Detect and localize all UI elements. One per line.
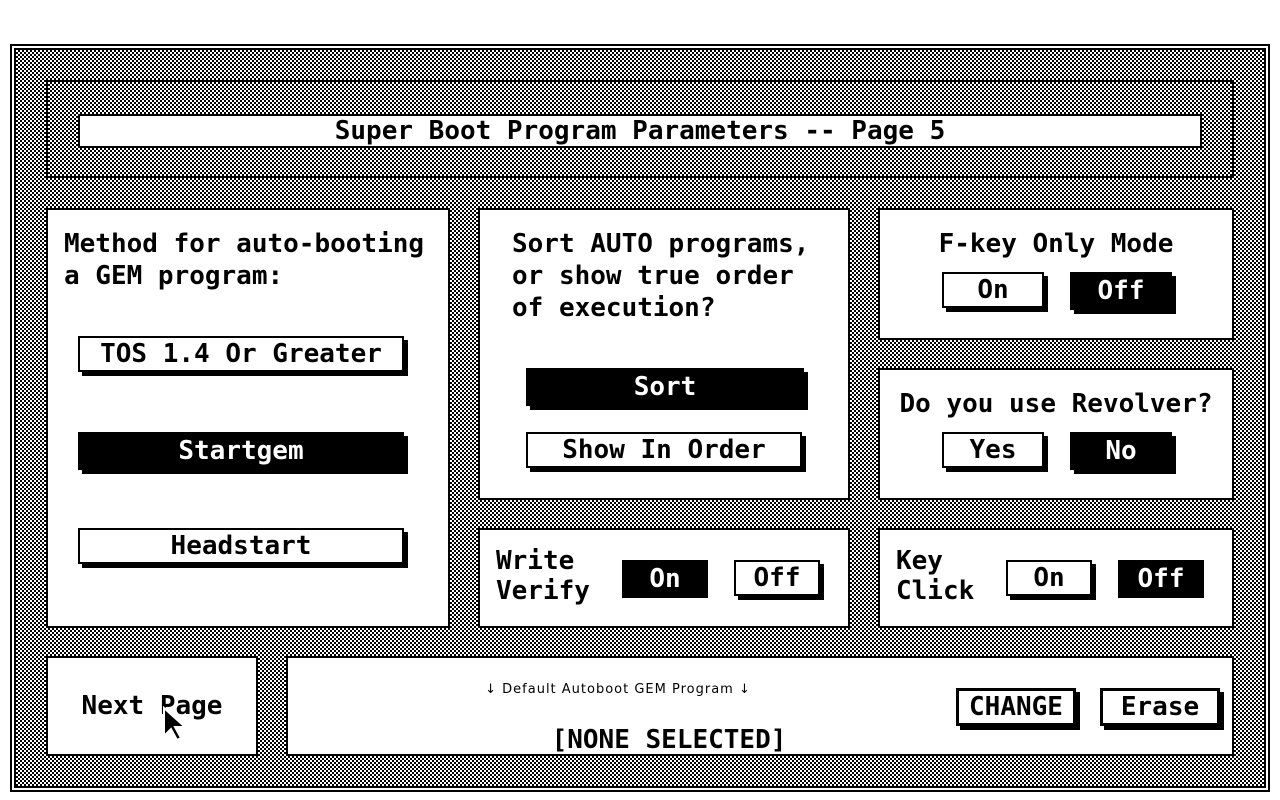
- key-click-heading: Key Click: [896, 546, 975, 606]
- write-verify-on-button[interactable]: On: [622, 560, 708, 598]
- next-page-button[interactable]: Next Page: [46, 656, 258, 756]
- autoboot-heading: Method for auto-booting a GEM program:: [64, 229, 425, 291]
- write-verify-heading: Write Verify: [496, 546, 590, 606]
- default-program-panel: ↓ Default Autoboot GEM Program ↓ [NONE S…: [286, 656, 1234, 756]
- startgem-button-label: Startgem: [178, 436, 304, 466]
- next-page-button-label: Next Page: [81, 691, 223, 721]
- fkey-heading: F-key Only Mode: [938, 229, 1174, 259]
- mouse-pointer-icon: [163, 706, 188, 742]
- change-button-label: CHANGE: [969, 692, 1063, 722]
- key-click-on-button-label: On: [1033, 563, 1065, 593]
- sort-auto-heading: Sort AUTO programs, or show true order o…: [512, 229, 810, 323]
- tos14-button-label: TOS 1.4 Or Greater: [100, 339, 382, 369]
- dialog-title-text: Super Boot Program Parameters -- Page 5: [334, 116, 946, 146]
- fkey-on-button[interactable]: On: [942, 272, 1044, 308]
- revolver-yes-button-label: Yes: [969, 435, 1017, 465]
- revolver-no-button[interactable]: No: [1070, 432, 1172, 470]
- fkey-off-button[interactable]: Off: [1070, 272, 1172, 310]
- dialog-title: Super Boot Program Parameters -- Page 5: [78, 114, 1202, 148]
- autoboot-panel: Method for auto-booting a GEM program:: [46, 208, 450, 628]
- fkey-off-button-label: Off: [1097, 276, 1145, 306]
- revolver-no-button-label: No: [1105, 436, 1137, 466]
- startgem-button[interactable]: Startgem: [78, 432, 404, 470]
- sort-button[interactable]: Sort: [526, 368, 804, 406]
- key-click-off-button-label: Off: [1137, 564, 1185, 594]
- write-verify-on-button-label: On: [649, 564, 681, 594]
- erase-button-label: Erase: [1120, 692, 1200, 722]
- sort-button-label: Sort: [633, 372, 697, 402]
- show-in-order-button-label: Show In Order: [562, 435, 766, 465]
- revolver-yes-button[interactable]: Yes: [942, 432, 1044, 468]
- write-verify-off-button-label: Off: [753, 563, 801, 593]
- revolver-heading: Do you use Revolver?: [899, 389, 1213, 419]
- tos14-button[interactable]: TOS 1.4 Or Greater: [78, 336, 404, 372]
- change-button[interactable]: CHANGE: [956, 688, 1076, 726]
- key-click-off-button[interactable]: Off: [1118, 560, 1204, 598]
- default-program-value: [NONE SELECTED]: [551, 725, 787, 755]
- erase-button[interactable]: Erase: [1100, 688, 1220, 726]
- show-in-order-button[interactable]: Show In Order: [526, 432, 802, 468]
- fkey-panel: F-key Only Mode: [878, 208, 1234, 340]
- fkey-on-button-label: On: [977, 275, 1009, 305]
- headstart-button-label: Headstart: [170, 531, 312, 561]
- revolver-panel: Do you use Revolver?: [878, 368, 1234, 500]
- write-verify-off-button[interactable]: Off: [734, 560, 820, 596]
- key-click-on-button[interactable]: On: [1006, 560, 1092, 596]
- headstart-button[interactable]: Headstart: [78, 528, 404, 564]
- default-program-label: ↓ Default Autoboot GEM Program ↓: [485, 682, 751, 697]
